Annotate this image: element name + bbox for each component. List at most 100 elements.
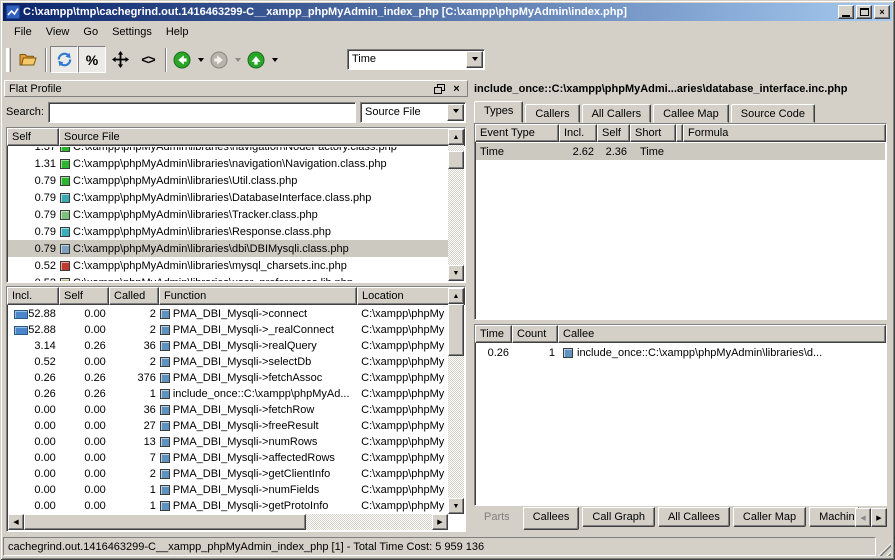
scroll-down-icon[interactable]: ▼: [448, 498, 464, 514]
relative-cost-button[interactable]: <>: [134, 46, 162, 73]
function-row[interactable]: 52.88 0.00 2 PMA_DBI_Mysqli->connect C:\…: [8, 306, 448, 322]
function-row[interactable]: 0.00 0.00 1 PMA_DBI_Mysqli->getProtoInfo…: [8, 498, 448, 514]
column-header-self[interactable]: Self: [59, 287, 109, 305]
maximize-button[interactable]: [856, 5, 872, 19]
column-header-time[interactable]: Time: [475, 325, 512, 343]
scrollbar-thumb[interactable]: [24, 514, 306, 530]
incl-cost: 0.52: [34, 356, 59, 368]
bottom-tab[interactable]: Callees: [523, 507, 580, 530]
function-name: PMA_DBI_Mysqli->realQuery: [173, 340, 317, 352]
expand-areas-button[interactable]: [106, 46, 134, 73]
source-file-row[interactable]: 0.52 C:\xampp\phpMyAdmin\libraries\user_…: [8, 274, 448, 281]
source-file-row[interactable]: 1.31 C:\xampp\phpMyAdmin\libraries\navig…: [8, 155, 448, 172]
function-row[interactable]: 0.26 0.26 376 PMA_DBI_Mysqli->fetchAssoc…: [8, 370, 448, 386]
column-header-source-file[interactable]: Source File: [59, 128, 465, 146]
minimize-button[interactable]: [838, 5, 854, 19]
source-file-row[interactable]: 0.79 C:\xampp\phpMyAdmin\libraries\Datab…: [8, 189, 448, 206]
dock-float-button[interactable]: [433, 83, 446, 95]
menu-item[interactable]: Help: [159, 24, 196, 40]
source-file-row[interactable]: 1.37 C:\xampp\phpMyAdmin\libraries\navig…: [8, 147, 448, 155]
column-header-short[interactable]: Short: [630, 124, 676, 142]
combo-arrow-button[interactable]: [447, 104, 464, 121]
column-header-incl[interactable]: Incl.: [7, 287, 59, 305]
function-row[interactable]: 0.00 0.00 13 PMA_DBI_Mysqli->numRows C:\…: [8, 434, 448, 450]
tab-scroll-right-icon[interactable]: ▶: [871, 508, 887, 527]
location: C:\xampp\phpMy: [357, 484, 448, 496]
detail-tab[interactable]: Source Code: [731, 104, 815, 123]
function-row[interactable]: 0.52 0.00 2 PMA_DBI_Mysqli->selectDb C:\…: [8, 354, 448, 370]
menu-item[interactable]: Go: [76, 24, 105, 40]
percent-button[interactable]: %: [78, 46, 106, 73]
scrollbar-thumb[interactable]: [448, 304, 464, 356]
source-file-row[interactable]: 0.79 C:\xampp\phpMyAdmin\libraries\Respo…: [8, 223, 448, 240]
function-table-vscrollbar[interactable]: ▲ ▼: [448, 288, 464, 514]
source-file-row[interactable]: 0.79 C:\xampp\phpMyAdmin\libraries\dbi\D…: [8, 240, 448, 257]
function-table-hscrollbar[interactable]: ◀ ▶: [8, 514, 448, 530]
function-color-icon: [160, 453, 170, 463]
column-header-count[interactable]: Count: [512, 325, 558, 343]
callee-row[interactable]: 0.26 1 include_once::C:\xampp\phpMyAdmin…: [476, 344, 885, 361]
combo-arrow-button[interactable]: [466, 51, 483, 68]
search-input[interactable]: [48, 102, 356, 123]
column-header-called[interactable]: Called: [109, 287, 159, 305]
menu-item[interactable]: View: [39, 24, 77, 40]
detail-tab[interactable]: All Callers: [582, 104, 652, 123]
column-header-self[interactable]: Self: [597, 124, 630, 142]
function-name: PMA_DBI_Mysqli->getProtoInfo: [173, 500, 329, 512]
detail-tab[interactable]: Callers: [525, 104, 579, 123]
column-header-self[interactable]: Self: [7, 128, 59, 146]
column-header-event-type[interactable]: Event Type: [475, 124, 559, 142]
scroll-down-icon[interactable]: ▼: [448, 265, 464, 281]
back-dropdown-button[interactable]: [194, 46, 207, 73]
group-by-select[interactable]: Source File: [360, 102, 466, 123]
scroll-left-icon[interactable]: ◀: [8, 514, 24, 530]
source-file-row[interactable]: 0.79 C:\xampp\phpMyAdmin\libraries\Track…: [8, 206, 448, 223]
function-row[interactable]: 0.00 0.00 1 PMA_DBI_Mysqli->numFields C:…: [8, 482, 448, 498]
source-file-row[interactable]: 0.79 C:\xampp\phpMyAdmin\libraries\Util.…: [8, 172, 448, 189]
cost-color-icon: [60, 278, 70, 282]
tab-scroll-left-icon[interactable]: ◀: [855, 508, 871, 527]
cycle-detection-button[interactable]: [50, 46, 78, 73]
scroll-up-icon[interactable]: ▲: [448, 129, 464, 145]
dock-close-button[interactable]: ×: [450, 83, 463, 95]
event-type-select[interactable]: Time: [347, 49, 485, 70]
scroll-up-icon[interactable]: ▲: [448, 288, 464, 304]
column-header-function[interactable]: Function: [159, 287, 357, 305]
function-row[interactable]: 0.00 0.00 7 PMA_DBI_Mysqli->affectedRows…: [8, 450, 448, 466]
bottom-tab[interactable]: All Callees: [658, 507, 730, 527]
toolbar-handle[interactable]: [6, 48, 11, 72]
cost-color-icon: [60, 244, 70, 254]
bottom-tab[interactable]: Parts: [474, 507, 520, 527]
close-button[interactable]: ×: [874, 5, 890, 19]
menu-item[interactable]: File: [7, 24, 39, 40]
function-row[interactable]: 52.88 0.00 2 PMA_DBI_Mysqli->_realConnec…: [8, 322, 448, 338]
scrollbar-thumb[interactable]: [448, 151, 464, 169]
function-row[interactable]: 0.26 0.26 1 include_once::C:\xampp\phpMy…: [8, 386, 448, 402]
up-button[interactable]: [244, 46, 268, 73]
cost-color-icon: [60, 147, 70, 152]
function-color-icon: [160, 437, 170, 447]
resize-grip-icon[interactable]: [878, 543, 891, 556]
bottom-tab[interactable]: Machine: [809, 507, 859, 527]
bottom-tab[interactable]: Call Graph: [582, 507, 655, 527]
function-row[interactable]: 0.00 0.00 36 PMA_DBI_Mysqli->fetchRow C:…: [8, 402, 448, 418]
back-button[interactable]: [170, 46, 194, 73]
column-header-formula[interactable]: Formula: [683, 124, 886, 142]
forward-button[interactable]: [207, 46, 231, 73]
menu-item[interactable]: Settings: [105, 24, 159, 40]
column-header-incl[interactable]: Incl.: [559, 124, 597, 142]
open-file-button[interactable]: [14, 46, 42, 73]
bottom-tab[interactable]: Caller Map: [733, 507, 806, 527]
function-row[interactable]: 0.00 0.00 27 PMA_DBI_Mysqli->freeResult …: [8, 418, 448, 434]
event-type-row[interactable]: Time 2.62 2.36 Time: [476, 143, 885, 160]
function-row[interactable]: 3.14 0.26 36 PMA_DBI_Mysqli->realQuery C…: [8, 338, 448, 354]
forward-dropdown-button[interactable]: [231, 46, 244, 73]
detail-tab[interactable]: Callee Map: [653, 104, 729, 123]
source-list-vscrollbar[interactable]: ▲ ▼: [448, 129, 464, 281]
source-file-row[interactable]: 0.52 C:\xampp\phpMyAdmin\libraries\mysql…: [8, 257, 448, 274]
column-header-callee[interactable]: Callee: [558, 325, 886, 343]
scroll-right-icon[interactable]: ▶: [432, 514, 448, 530]
detail-tab[interactable]: Types: [474, 101, 523, 123]
up-dropdown-button[interactable]: [268, 46, 281, 73]
function-row[interactable]: 0.00 0.00 2 PMA_DBI_Mysqli->getClientInf…: [8, 466, 448, 482]
